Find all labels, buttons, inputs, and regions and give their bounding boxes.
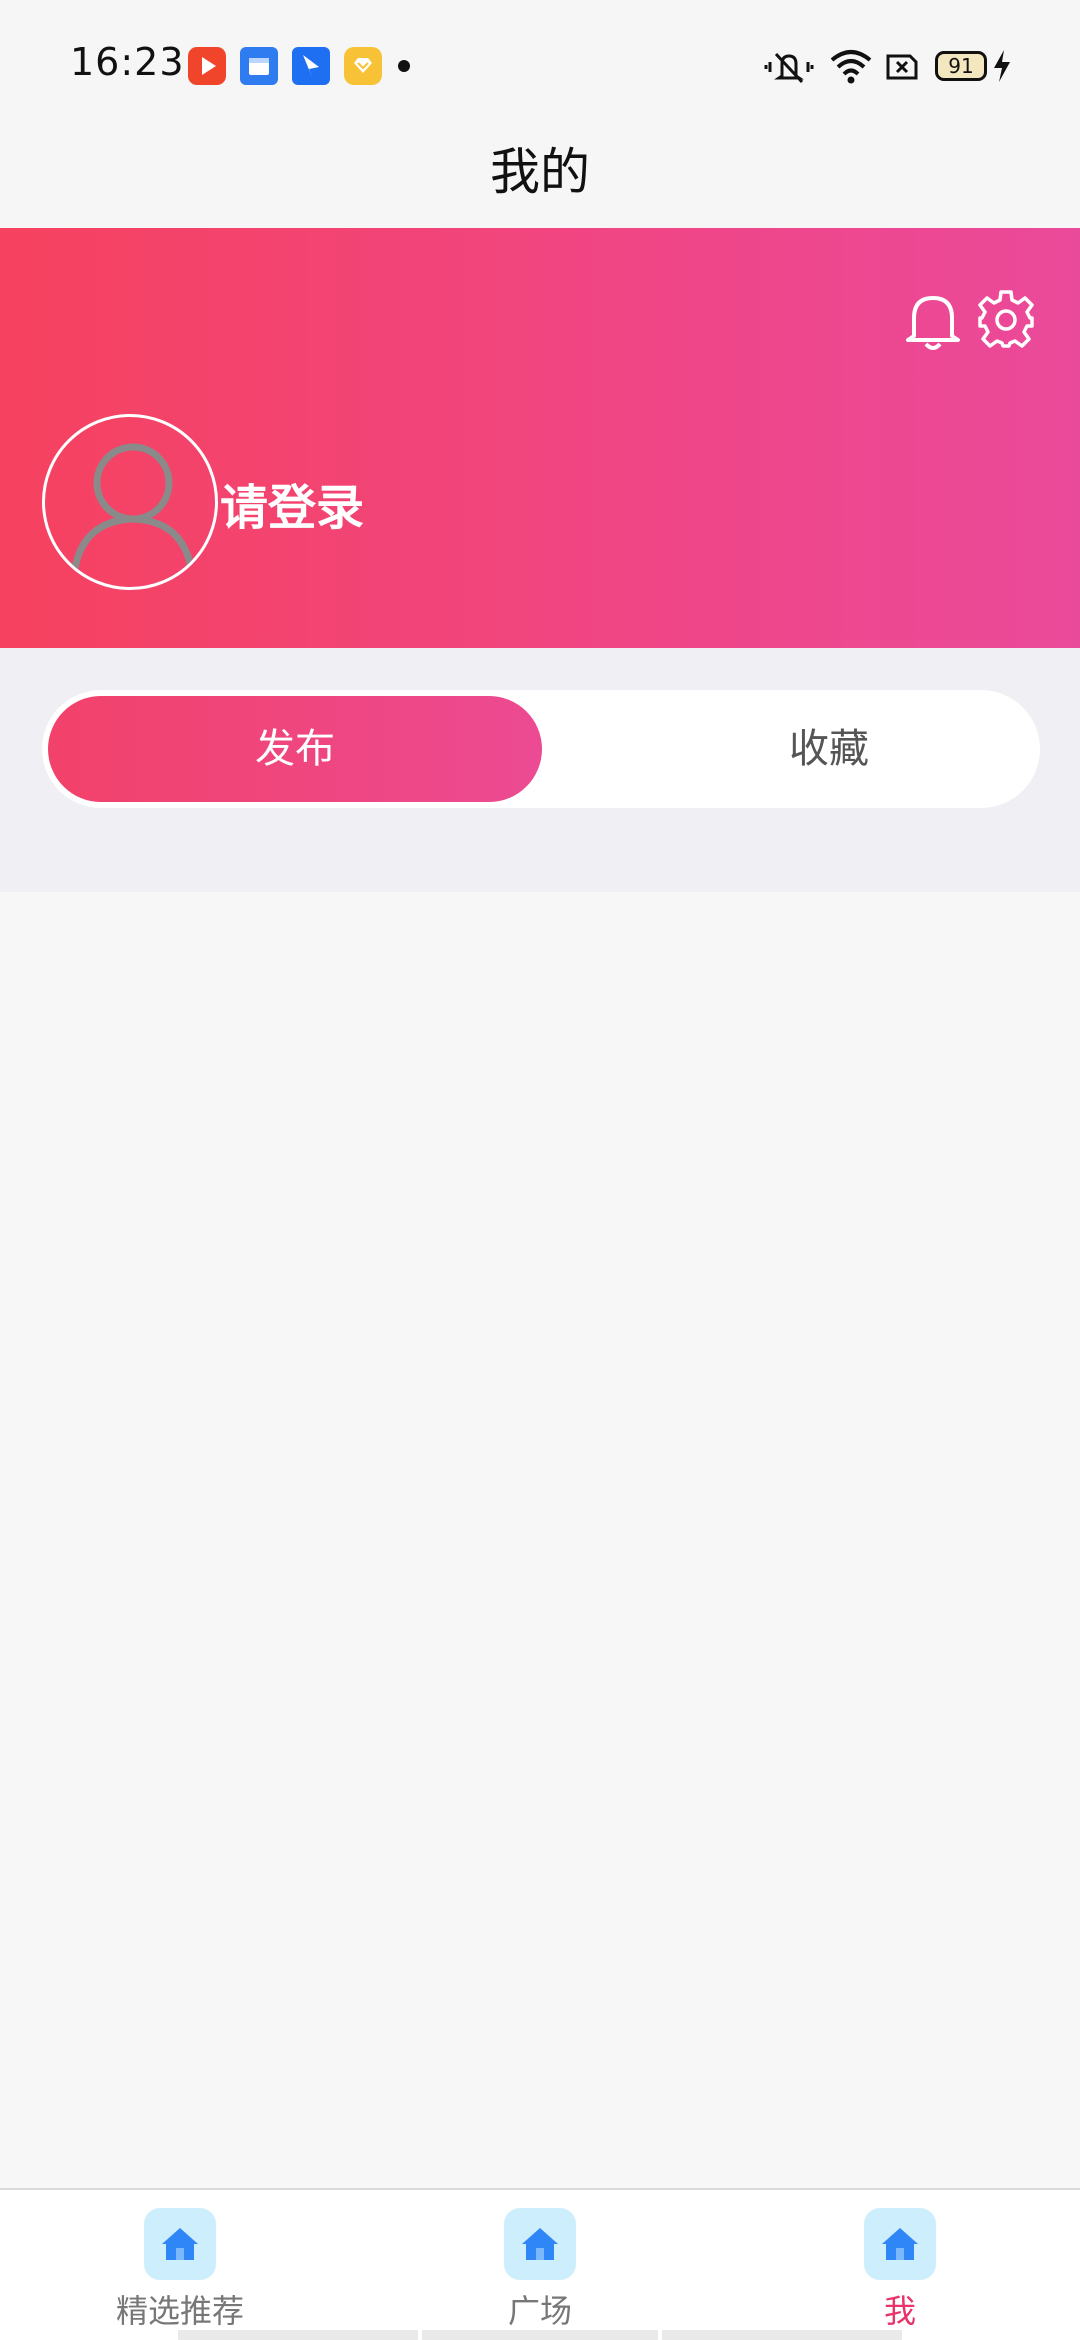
nav-label: 我	[883, 2292, 916, 2330]
page-title: 我的	[490, 143, 590, 201]
my-page: 16:23 91 我的 请登录 发布 收藏 精选推荐 广场 我	[0, 0, 1080, 2340]
avatar-placeholder-icon	[69, 443, 197, 587]
avatar[interactable]	[42, 414, 218, 590]
sim-icon	[886, 54, 918, 80]
gesture-bar	[178, 2330, 418, 2340]
nav-item-square[interactable]: 广场	[390, 2190, 690, 2340]
tab-favorites[interactable]: 收藏	[582, 690, 1076, 808]
battery-icon: 91	[935, 51, 987, 81]
nav-item-me[interactable]: 我	[750, 2190, 1050, 2340]
files-app-icon	[240, 47, 278, 85]
login-prompt[interactable]: 请登录	[220, 468, 364, 538]
bottom-nav: 精选推荐 广场 我	[0, 2188, 1080, 2340]
feishu-app-icon	[292, 47, 330, 85]
bell-icon[interactable]	[904, 290, 962, 354]
nav-item-recommended[interactable]: 精选推荐	[30, 2190, 330, 2340]
charging-icon	[994, 50, 1010, 82]
tab-publish[interactable]: 发布	[48, 696, 542, 802]
video-app-icon	[188, 47, 226, 85]
nav-label: 广场	[507, 2292, 572, 2330]
notification-dot	[398, 60, 410, 72]
title-bar: 我的	[0, 130, 1080, 228]
status-bar: 16:23 91	[0, 0, 1080, 130]
home-icon	[504, 2208, 576, 2280]
status-time: 16:23	[70, 40, 185, 84]
content-area	[0, 892, 1080, 2188]
wifi-icon	[830, 50, 872, 84]
home-icon	[864, 2208, 936, 2280]
home-icon	[144, 2208, 216, 2280]
profile-header: 请登录	[0, 228, 1080, 648]
mute-icon	[764, 52, 814, 84]
nav-label: 精选推荐	[115, 2292, 244, 2330]
gear-icon[interactable]	[976, 290, 1036, 350]
segmented-tabs: 发布 收藏	[42, 690, 1040, 808]
gesture-bar	[662, 2330, 902, 2340]
tabs-section: 发布 收藏	[0, 648, 1080, 892]
gift-app-icon	[344, 47, 382, 85]
gesture-bar	[422, 2330, 658, 2340]
